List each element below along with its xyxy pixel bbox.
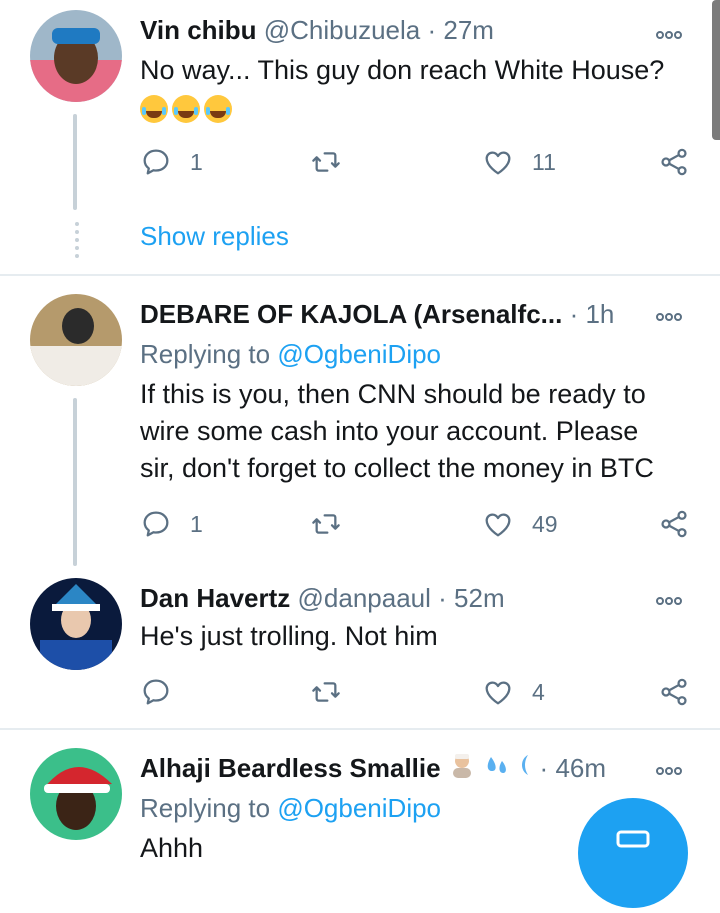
- display-name[interactable]: DEBARE OF KAJOLA (Arsenalfc...: [140, 299, 562, 329]
- timestamp[interactable]: 46m: [555, 753, 606, 783]
- tweet-text: If this is you, then CNN should be ready…: [140, 379, 654, 483]
- timestamp[interactable]: 1h: [585, 299, 614, 329]
- separator-dot: ·: [569, 299, 586, 329]
- retweet-button[interactable]: [310, 504, 342, 544]
- timestamp[interactable]: 52m: [454, 583, 505, 613]
- share-button[interactable]: [658, 142, 690, 182]
- replying-to: Replying to @OgbeniDipo: [140, 336, 441, 372]
- person-emoji-icon: [452, 754, 471, 779]
- face-with-tears-of-joy-icon: [204, 94, 232, 123]
- display-name[interactable]: Vin chibu: [140, 15, 257, 45]
- like-button[interactable]: 4: [482, 672, 545, 712]
- more-icon[interactable]: [656, 26, 690, 39]
- replying-to-label: Replying to: [140, 339, 271, 369]
- thread-dots: [75, 222, 79, 258]
- retweet-icon: [310, 508, 342, 540]
- tweet-3[interactable]: Dan Havertz @danpaaul · 52m He's just tr…: [0, 578, 720, 718]
- share-button[interactable]: [658, 672, 690, 712]
- display-name[interactable]: Alhaji Beardless Smallie: [140, 753, 441, 783]
- sweat-droplets-icon: [487, 757, 506, 774]
- thread-line: [73, 398, 77, 566]
- reply-count: 1: [190, 510, 203, 537]
- reply-count: 1: [190, 148, 203, 175]
- tweet-text: No way... This guy don reach White House…: [140, 52, 680, 126]
- divider: [0, 274, 720, 276]
- tweet-actions: 1 11: [140, 142, 692, 182]
- reply-icon: [140, 508, 172, 540]
- face-with-tears-of-joy-icon: [140, 94, 168, 123]
- tweet-text-body: No way... This guy don reach White House…: [140, 55, 665, 85]
- tweet-header: Dan Havertz @danpaaul · 52m: [140, 578, 640, 618]
- reply-button[interactable]: 1: [140, 142, 203, 182]
- like-button[interactable]: 11: [482, 142, 556, 182]
- like-count: 49: [532, 510, 558, 537]
- tweet-header: Vin chibu @Chibuzuela · 27m: [140, 10, 640, 50]
- reply-button[interactable]: 1: [140, 504, 203, 544]
- share-icon: [658, 508, 690, 540]
- reply-icon: [140, 676, 172, 708]
- reply-button[interactable]: [140, 672, 172, 712]
- user-handle[interactable]: @danpaaul: [298, 583, 431, 613]
- tweet-header: DEBARE OF KAJOLA (Arsenalfc... · 1h: [140, 294, 640, 334]
- water-wave-icon: [522, 755, 529, 776]
- like-icon: [482, 146, 514, 178]
- separator-dot: ·: [539, 753, 549, 783]
- mention-link[interactable]: @OgbeniDipo: [277, 793, 441, 823]
- retweet-button[interactable]: [310, 142, 342, 182]
- tweet-header: Alhaji Beardless Smallie · 46m: [140, 748, 640, 788]
- divider: [0, 728, 720, 730]
- like-count: 11: [532, 148, 556, 175]
- compose-icon: [616, 830, 650, 848]
- reply-icon: [140, 146, 172, 178]
- avatar[interactable]: [30, 10, 122, 102]
- show-replies-link[interactable]: Show replies: [140, 218, 289, 254]
- retweet-button[interactable]: [310, 672, 342, 712]
- thread-line: [73, 114, 77, 210]
- display-name[interactable]: Dan Havertz: [140, 583, 290, 613]
- tweet-text: He's just trolling. Not him: [140, 621, 438, 651]
- replying-to-label: Replying to: [140, 793, 271, 823]
- share-button[interactable]: [658, 504, 690, 544]
- share-icon: [658, 146, 690, 178]
- separator-dot: ·: [427, 15, 437, 45]
- emoji-badges: [448, 750, 532, 790]
- more-icon[interactable]: [656, 308, 690, 321]
- tweet-2[interactable]: DEBARE OF KAJOLA (Arsenalfc... · 1h Repl…: [0, 294, 720, 574]
- more-icon[interactable]: [656, 762, 690, 775]
- separator-dot: ·: [438, 583, 447, 613]
- replying-to: Replying to @OgbeniDipo: [140, 790, 441, 826]
- timestamp[interactable]: 27m: [443, 15, 494, 45]
- avatar[interactable]: [30, 748, 122, 840]
- like-button[interactable]: 49: [482, 504, 558, 544]
- tweet-actions: 4: [140, 672, 692, 712]
- retweet-icon: [310, 676, 342, 708]
- face-with-tears-of-joy-icon: [172, 94, 200, 123]
- compose-button[interactable]: [578, 798, 688, 908]
- like-icon: [482, 676, 514, 708]
- tweet-actions: 1 49: [140, 504, 692, 544]
- avatar[interactable]: [30, 578, 122, 670]
- like-count: 4: [532, 678, 545, 705]
- retweet-icon: [310, 146, 342, 178]
- share-icon: [658, 676, 690, 708]
- more-icon[interactable]: [656, 592, 690, 605]
- avatar[interactable]: [30, 294, 122, 386]
- user-handle[interactable]: @Chibuzuela: [264, 15, 420, 45]
- tweet-1[interactable]: Vin chibu @Chibuzuela · 27m No way... Th…: [0, 10, 720, 272]
- like-icon: [482, 508, 514, 540]
- mention-link[interactable]: @OgbeniDipo: [277, 339, 441, 369]
